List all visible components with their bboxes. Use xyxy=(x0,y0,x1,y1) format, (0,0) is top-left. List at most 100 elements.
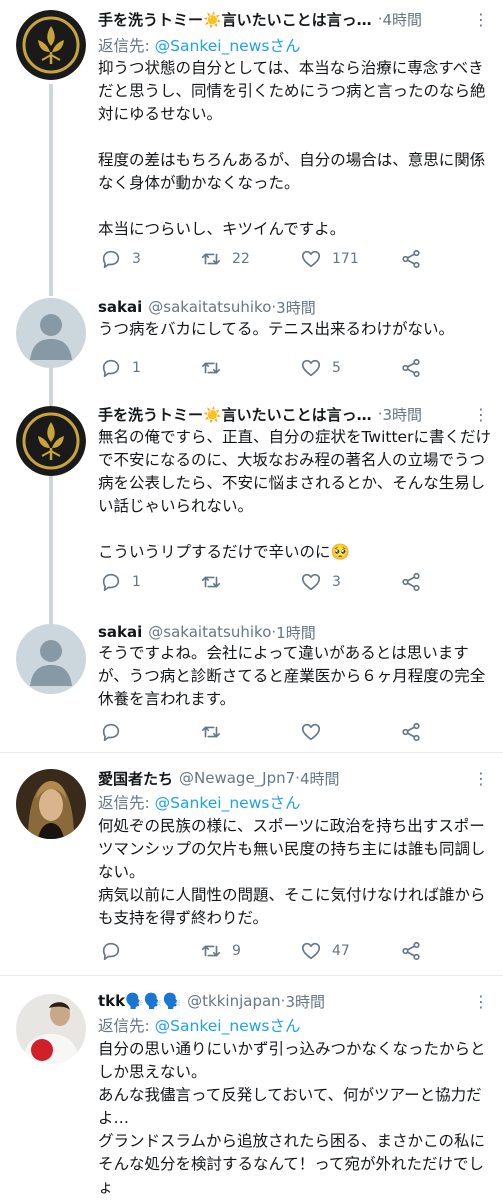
tweet[interactable]: sakai @sakaitatsuhiko · 3時間 うつ病をバカにしてる。テ… xyxy=(0,290,503,400)
avatar-crest[interactable] xyxy=(16,10,86,80)
display-name[interactable]: 愛国者たち xyxy=(98,768,173,789)
reply-button[interactable]: 1 xyxy=(100,570,141,594)
retweet-button[interactable] xyxy=(200,720,232,744)
retweet-button[interactable]: 22 xyxy=(200,247,250,271)
user-handle[interactable]: @sakaitatsuhiko xyxy=(148,623,271,641)
tweet[interactable]: tkk🗣️🗣️🗣️ @tkkinjapan · 3時間 ⋮ 返信先: @Sank… xyxy=(0,976,503,1200)
display-name[interactable]: sakai xyxy=(98,623,142,641)
timestamp[interactable]: 3時間 xyxy=(276,297,316,318)
reply-to-link[interactable]: @Sankei_newsさん xyxy=(155,1017,301,1035)
tweet-actions: 9 47 xyxy=(100,939,430,963)
more-options-icon[interactable]: ⋮ xyxy=(473,769,489,788)
tweet-header: sakai @sakaitatsuhiko · 3時間 xyxy=(98,296,489,318)
avatar-default[interactable] xyxy=(16,624,86,694)
reply-button[interactable]: 1 xyxy=(100,356,141,380)
tweet[interactable]: 手を洗うトミー☀️言いたいことは言っ… · 4時間 ⋮ 返信先: @Sankei… xyxy=(0,0,503,290)
reply-count: 3 xyxy=(132,251,141,267)
tweet-actions xyxy=(100,720,430,744)
tweet-actions: 1 5 xyxy=(100,356,430,380)
like-count: 171 xyxy=(332,251,359,267)
share-icon xyxy=(402,358,420,378)
tweet-header: 手を洗うトミー☀️言いたいことは言っ… · 4時間 ⋮ xyxy=(98,8,489,30)
reply-to-line: 返信先: @Sankei_newsさん xyxy=(98,1014,300,1036)
tweet-text: 抑うつ状態の自分としては、本当なら治療に専念すべきだと思うし、同情を引くためにう… xyxy=(98,59,486,238)
tweet[interactable]: 手を洗うトミー☀️言いたいことは言っ… · 3時間 ⋮ 無名の俺ですら、正直、自… xyxy=(0,400,503,618)
tweet-header: tkk🗣️🗣️🗣️ @tkkinjapan · 3時間 ⋮ xyxy=(98,990,489,1012)
like-count: 47 xyxy=(332,943,350,959)
heart-icon xyxy=(301,723,321,741)
retweet-count: 22 xyxy=(232,251,250,267)
display-name[interactable]: sakai xyxy=(98,298,142,316)
reply-count: 1 xyxy=(132,360,141,376)
like-count: 5 xyxy=(332,360,341,376)
reply-icon xyxy=(102,359,120,378)
reply-button[interactable] xyxy=(100,939,132,963)
timestamp[interactable]: 4時間 xyxy=(382,9,422,30)
avatar-default[interactable] xyxy=(16,298,86,368)
heart-icon xyxy=(301,573,321,591)
share-button[interactable] xyxy=(400,247,422,271)
retweet-count: 9 xyxy=(232,943,241,959)
more-options-icon[interactable]: ⋮ xyxy=(473,992,489,1011)
retweet-icon xyxy=(201,945,221,957)
like-count: 3 xyxy=(332,574,341,590)
heart-icon xyxy=(301,942,321,960)
display-name[interactable]: tkk🗣️🗣️🗣️ xyxy=(98,992,181,1010)
heart-icon xyxy=(301,359,321,377)
share-button[interactable] xyxy=(400,720,422,744)
share-icon xyxy=(402,249,420,269)
share-icon xyxy=(402,722,420,742)
reply-icon xyxy=(102,250,120,269)
reply-to-line: 返信先: @Sankei_newsさん xyxy=(98,34,300,56)
like-button[interactable] xyxy=(300,720,332,744)
reply-button[interactable]: 3 xyxy=(100,247,141,271)
tweet-text: 自分の思い通りにいかず引っ込みつかなくなったからとしか思えない。 あんな我儘言っ… xyxy=(98,1040,486,1196)
tweet[interactable]: 愛国者たち @Newage_Jpn7 · 4時間 ⋮ 返信先: @Sankei_… xyxy=(0,753,503,975)
display-name[interactable]: 手を洗うトミー☀️言いたいことは言っ… xyxy=(98,9,372,30)
share-button[interactable] xyxy=(400,356,422,380)
timestamp[interactable]: 4時間 xyxy=(300,768,340,789)
tweet-header: 手を洗うトミー☀️言いたいことは言っ… · 3時間 ⋮ xyxy=(98,403,489,425)
tweet-text: 何処ぞの民族の様に、スポーツに政治を持ち出すスポーツマンシップの欠片も無い民度の… xyxy=(98,817,486,927)
like-button[interactable]: 3 xyxy=(300,570,341,594)
reply-to-link[interactable]: @Sankei_newsさん xyxy=(155,794,301,812)
like-button[interactable]: 5 xyxy=(300,356,341,380)
share-button[interactable] xyxy=(400,939,422,963)
share-button[interactable] xyxy=(400,570,422,594)
reply-icon xyxy=(102,723,120,742)
avatar-photo[interactable] xyxy=(16,994,86,1064)
display-name[interactable]: 手を洗うトミー☀️言いたいことは言っ… xyxy=(98,404,372,425)
tweet[interactable]: sakai @sakaitatsuhiko · 1時間 そうですよね。会社によっ… xyxy=(0,618,503,752)
tweet-text: そうですよね。会社によって違いがあるとは思いますが、うつ病と診断さてると産業医か… xyxy=(98,644,486,708)
retweet-icon xyxy=(201,726,221,738)
timestamp[interactable]: 3時間 xyxy=(382,404,422,425)
reply-to-prefix: 返信先: xyxy=(98,37,155,55)
timestamp[interactable]: 3時間 xyxy=(285,991,325,1012)
reply-to-line: 返信先: @Sankei_newsさん xyxy=(98,791,300,813)
user-handle[interactable]: @tkkinjapan xyxy=(187,992,281,1010)
timestamp[interactable]: 1時間 xyxy=(276,622,316,643)
avatar-photo[interactable] xyxy=(16,769,86,839)
reply-count: 1 xyxy=(132,574,141,590)
retweet-button[interactable]: 9 xyxy=(200,939,241,963)
tweet-header: sakai @sakaitatsuhiko · 1時間 xyxy=(98,621,489,643)
retweet-icon xyxy=(201,253,221,265)
tweet-text: うつ病をバカにしてる。テニス出来るわけがない。 xyxy=(98,320,455,338)
retweet-button[interactable] xyxy=(200,356,232,380)
retweet-button[interactable] xyxy=(200,570,232,594)
more-options-icon[interactable]: ⋮ xyxy=(473,405,489,424)
reply-to-link[interactable]: @Sankei_newsさん xyxy=(155,37,301,55)
like-button[interactable]: 171 xyxy=(300,247,359,271)
avatar-crest[interactable] xyxy=(16,406,86,476)
share-icon xyxy=(402,572,420,592)
tweet-text: 無名の俺ですら、正直、自分の症状をTwitterに書くだけで不安になるのに、大坂… xyxy=(98,428,491,561)
like-button[interactable]: 47 xyxy=(300,939,350,963)
reply-button[interactable] xyxy=(100,720,132,744)
more-options-icon[interactable]: ⋮ xyxy=(473,10,489,29)
reply-to-prefix: 返信先: xyxy=(98,794,155,812)
user-handle[interactable]: @Newage_Jpn7 xyxy=(179,769,295,787)
reply-icon xyxy=(102,942,120,961)
retweet-icon xyxy=(201,576,221,588)
user-handle[interactable]: @sakaitatsuhiko xyxy=(148,298,271,316)
reply-to-prefix: 返信先: xyxy=(98,1017,155,1035)
